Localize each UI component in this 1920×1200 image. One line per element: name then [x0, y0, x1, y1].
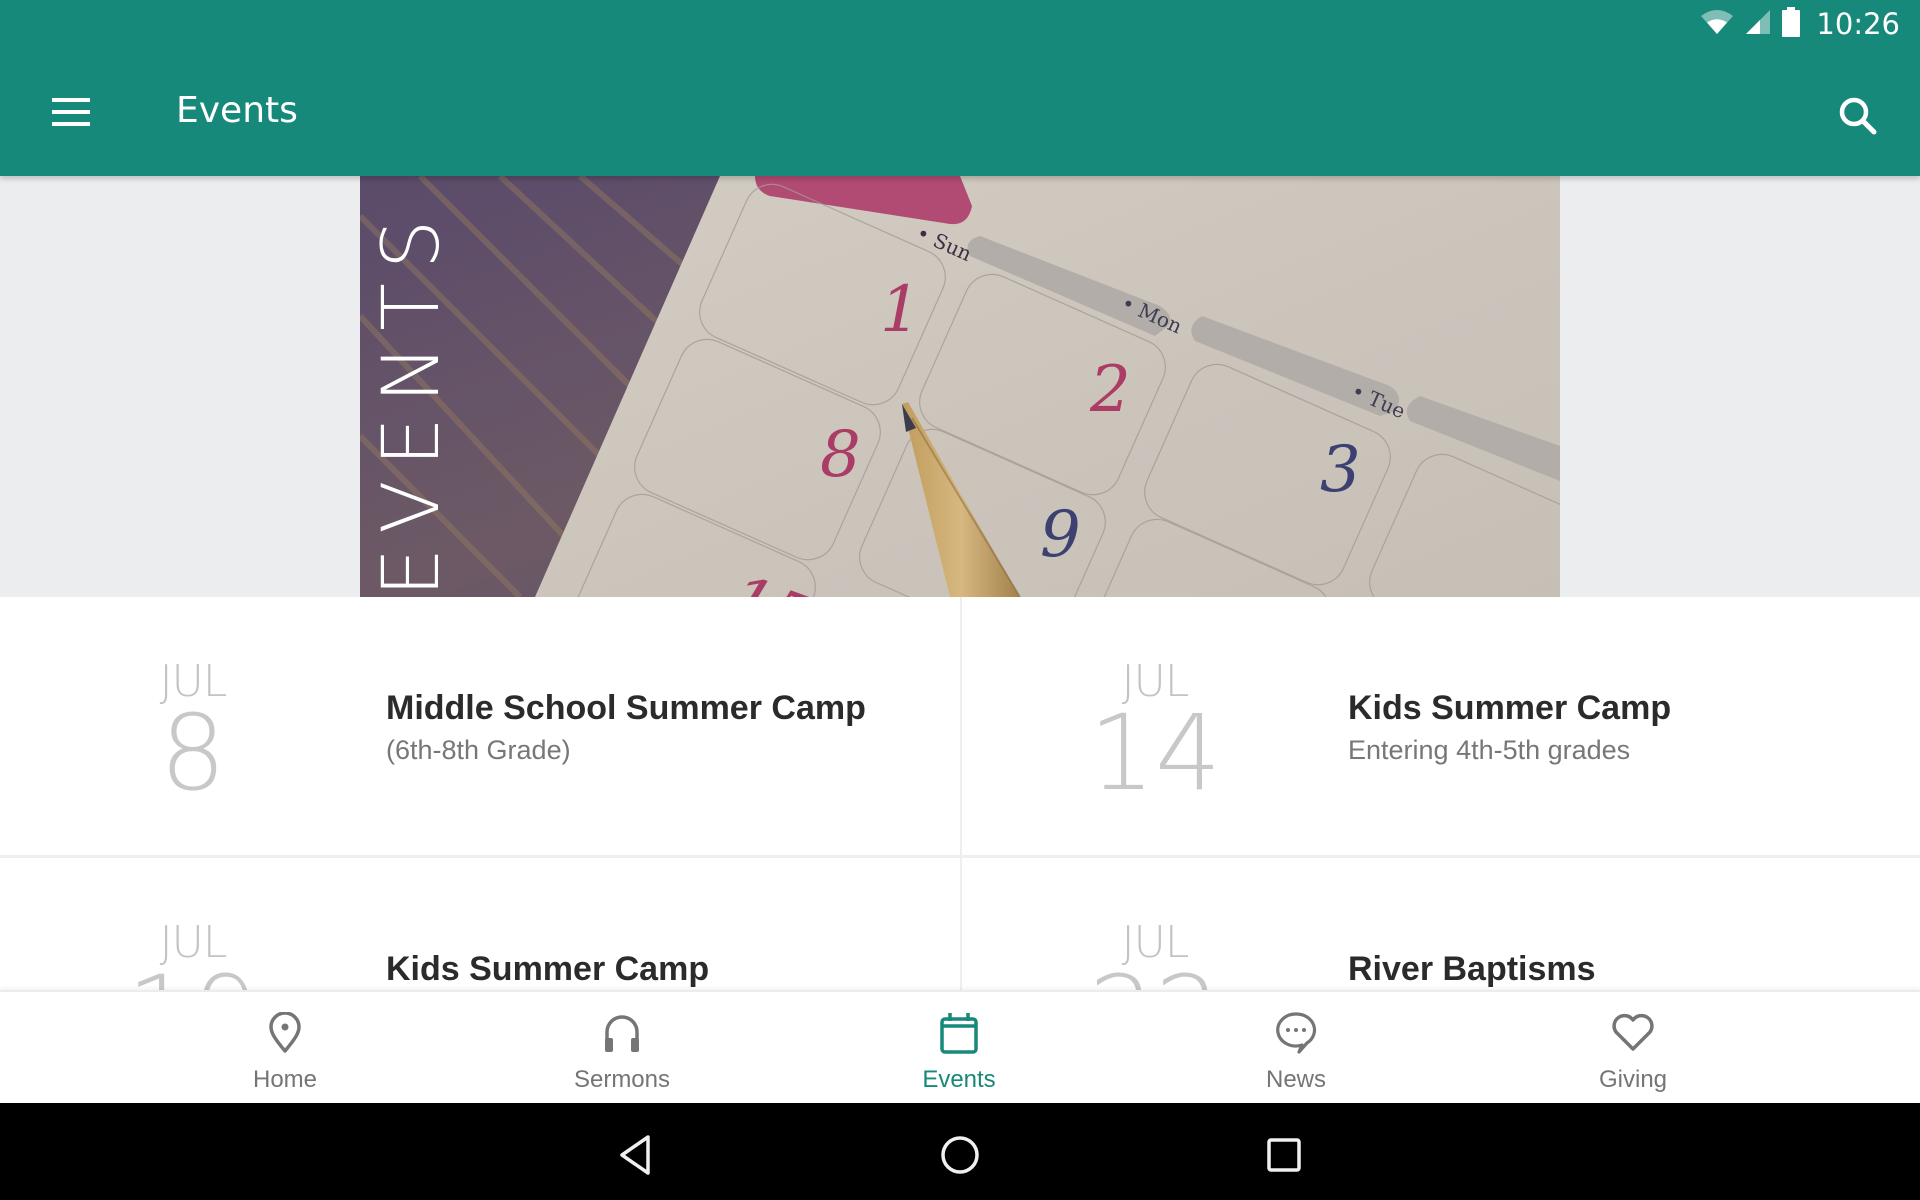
status-bar: 10:26: [1700, 0, 1920, 48]
nav-home[interactable]: Home: [185, 992, 385, 1105]
event-card[interactable]: JUL 22 River Baptisms: [960, 858, 1920, 997]
app-bar: 10:26 Events: [0, 0, 1920, 176]
event-card[interactable]: JUL 14 Kids Summer Camp Entering 4th-5th…: [960, 597, 1920, 858]
status-time: 10:26: [1816, 7, 1900, 41]
event-card[interactable]: JUL 8 Middle School Summer Camp (6th-8th…: [0, 597, 960, 858]
event-title: Kids Summer Camp: [386, 950, 710, 988]
cell-signal-icon: [1744, 9, 1772, 40]
menu-button[interactable]: [44, 88, 100, 136]
nav-events-label: Events: [922, 1066, 996, 1093]
event-subtitle: (6th-8th Grade): [386, 735, 571, 765]
calendar-icon: [940, 1013, 978, 1054]
nav-news-label: News: [1265, 1066, 1326, 1093]
event-subtitle: Entering 4th-5th grades: [1348, 735, 1631, 765]
event-title: Kids Summer Camp: [1348, 689, 1672, 727]
home-circle-icon: [941, 1136, 979, 1174]
system-navigation-bar: [0, 1103, 1920, 1200]
banner-title: EVENTS: [372, 205, 452, 597]
banner-area: • Sun • Mon • Tue 1 2 3 8 9 15: [0, 176, 1920, 597]
location-pin-icon: [269, 1012, 301, 1053]
recents-square-icon: [1267, 1138, 1301, 1172]
bottom-navigation: Home Sermons Events News Giving: [0, 990, 1920, 1103]
heart-icon: [1612, 1013, 1654, 1051]
back-icon: [620, 1135, 650, 1175]
nav-giving[interactable]: Giving: [1533, 992, 1733, 1105]
recents-button[interactable]: [1256, 1127, 1312, 1183]
headphones-icon: [605, 1015, 639, 1052]
battery-icon: [1782, 6, 1801, 42]
nav-news[interactable]: News: [1196, 992, 1396, 1105]
event-card[interactable]: JUL 19 Kids Summer Camp: [0, 858, 960, 997]
events-list: JUL 8 Middle School Summer Camp (6th-8th…: [0, 597, 1920, 997]
events-banner-image: • Sun • Mon • Tue 1 2 3 8 9 15: [360, 176, 1560, 597]
nav-sermons-label: Sermons: [573, 1066, 671, 1093]
wifi-icon: [1700, 9, 1734, 40]
nav-sermons[interactable]: Sermons: [522, 992, 722, 1105]
event-day: 8: [159, 692, 227, 814]
page-title: Events: [176, 90, 298, 131]
search-button[interactable]: [1830, 88, 1886, 144]
nav-events[interactable]: Events: [859, 992, 1059, 1105]
nav-home-label: Home: [252, 1066, 318, 1093]
event-title: River Baptisms: [1348, 950, 1596, 988]
chat-bubble-icon: [1276, 1012, 1317, 1054]
search-icon: [1839, 97, 1877, 135]
menu-icon: [52, 98, 90, 102]
calendar-illustration: • Sun • Mon • Tue 1 2 3 8 9 15: [360, 176, 1560, 597]
nav-giving-label: Giving: [1598, 1066, 1668, 1093]
back-button[interactable]: [608, 1127, 664, 1183]
home-button[interactable]: [932, 1127, 988, 1183]
event-title: Middle School Summer Camp: [386, 689, 866, 727]
event-day: 14: [1088, 692, 1222, 814]
